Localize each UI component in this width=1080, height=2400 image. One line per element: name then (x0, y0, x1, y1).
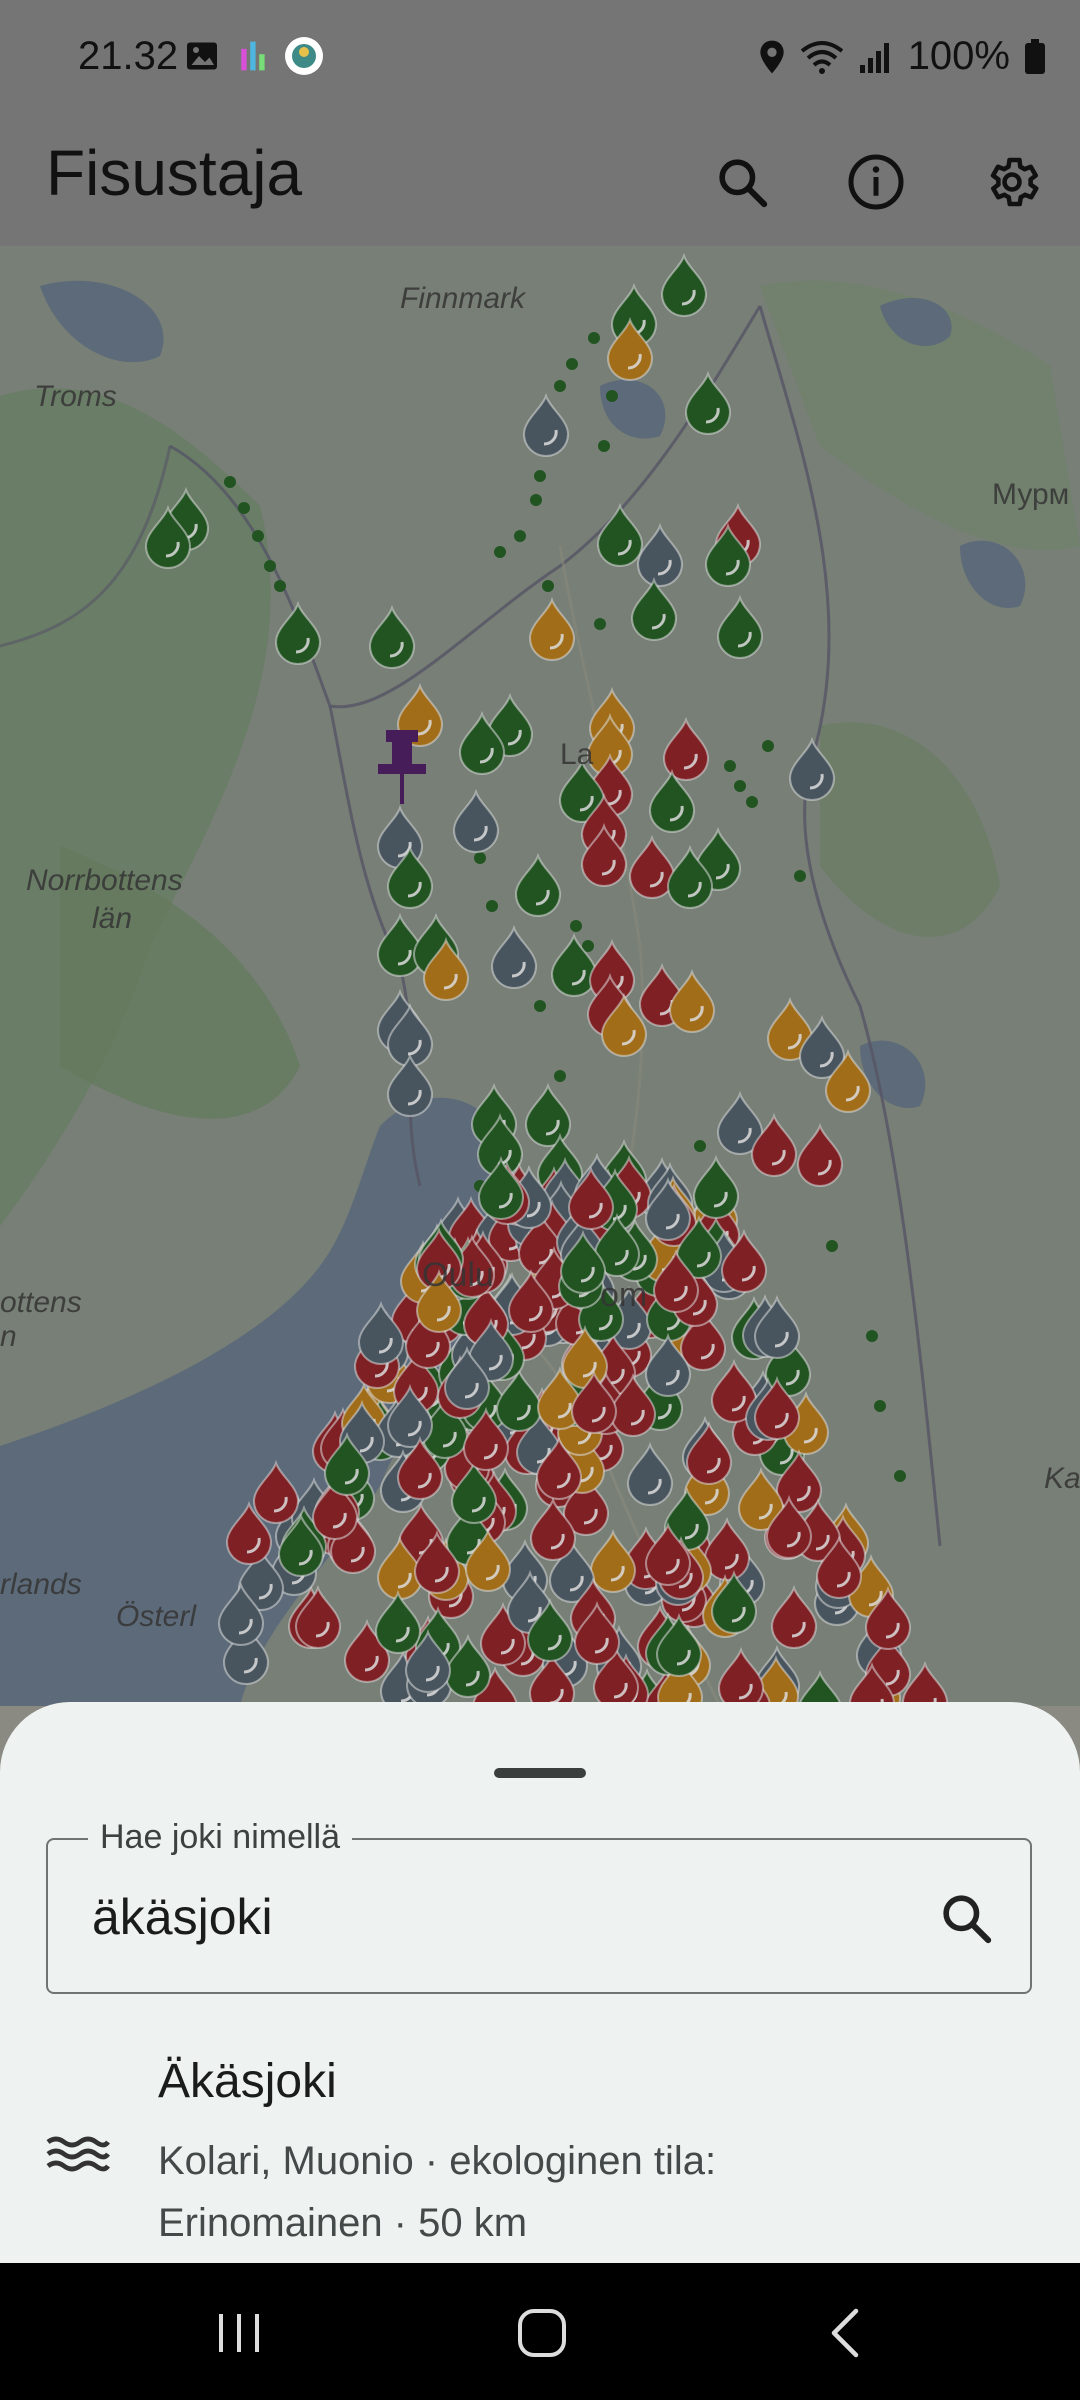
wifi-icon (800, 40, 843, 74)
recent-apps-icon (219, 2314, 259, 2352)
result-title: Äkäsjoki (158, 2055, 337, 2108)
settings-icon (990, 157, 1039, 207)
search-button[interactable] (696, 136, 788, 228)
battery-percent: 100% (907, 34, 1010, 78)
app-title: Fisustaja (46, 137, 303, 209)
river-search-field[interactable]: Hae joki nimellä äkäsjoki (46, 1818, 1032, 1994)
battery-icon (1025, 38, 1045, 74)
back-icon (831, 2308, 859, 2358)
app-bar: Fisustaja (0, 118, 1080, 246)
stats-icon (241, 41, 265, 71)
settings-button[interactable] (966, 136, 1058, 228)
location-icon (760, 40, 784, 73)
bottom-sheet[interactable]: Hae joki nimellä äkäsjoki Äkäsjoki Kolar… (0, 1702, 1080, 2263)
map-view[interactable]: Finnmark Troms Мурм La Norrbottens län o… (0, 246, 1080, 1706)
search-field-label: Hae joki nimellä (88, 1818, 352, 1857)
app-notification-icon (285, 37, 323, 75)
map-scrim (0, 246, 1080, 1706)
search-icon[interactable] (938, 1890, 994, 1946)
status-bar: 21.32 100% (0, 0, 1080, 118)
back-button[interactable] (786, 2293, 906, 2373)
result-subtitle: Kolari, Muonio · ekologinen tila: Erinom… (158, 2139, 717, 2245)
list-item[interactable]: Äkäsjoki Kolari, Muonio · ekologinen til… (0, 2042, 1080, 2262)
system-nav-bar (0, 2263, 1080, 2400)
home-icon (518, 2309, 566, 2357)
status-notification-icons (184, 36, 324, 76)
info-button[interactable] (830, 136, 922, 228)
signal-icon (859, 42, 889, 73)
app-root: 21.32 100% Fisustaja Finnmark Troms Мурм… (0, 0, 1080, 2263)
info-icon (848, 154, 904, 210)
recent-apps-button[interactable] (180, 2293, 300, 2373)
status-system-icons: 100% (758, 34, 1046, 79)
search-icon (719, 159, 768, 208)
status-time: 21.32 (78, 34, 179, 78)
home-button[interactable] (482, 2293, 602, 2373)
search-input[interactable]: äkäsjoki (92, 1888, 273, 1946)
gallery-icon (187, 42, 217, 70)
water-waves-icon (46, 2136, 110, 2172)
drag-handle[interactable] (494, 1768, 586, 1778)
